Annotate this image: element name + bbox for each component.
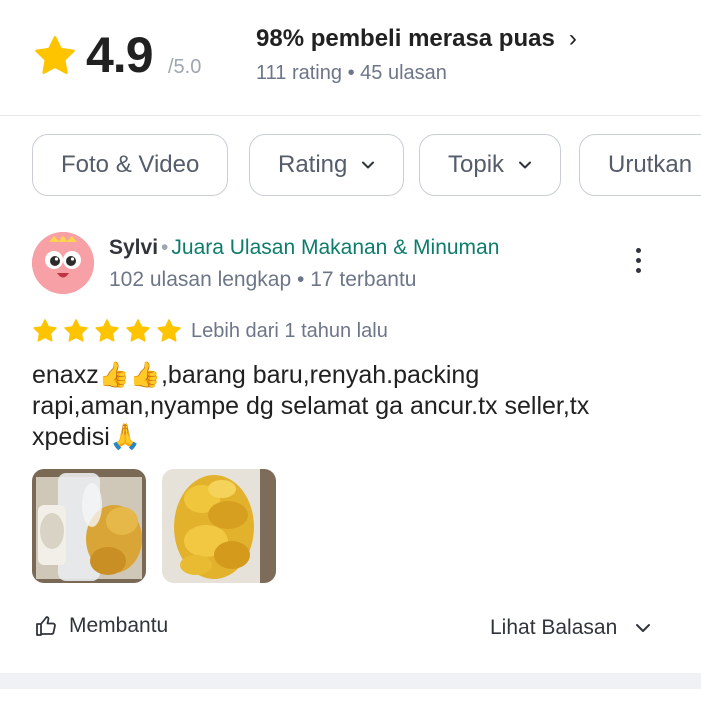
helpful-label: Membantu <box>69 614 169 637</box>
star-icon <box>95 319 119 342</box>
thumbs-up-icon <box>36 616 56 636</box>
star-icon <box>64 319 88 342</box>
rating-max: /5.0 <box>168 56 202 78</box>
star-icon <box>35 36 75 74</box>
chevron-down-icon <box>362 161 375 169</box>
rating-summary: 4.9 /5.0 98% pembeli merasa puas › 111 ra… <box>0 0 701 116</box>
photo-image <box>32 469 146 583</box>
rating-count: 111 rating <box>256 62 342 84</box>
chevron-right-icon: › <box>568 25 577 52</box>
reviewer-line: Sylvi • Juara Ulasan Makanan & Minuman <box>109 236 499 260</box>
reviewer-avatar-image <box>32 232 94 294</box>
filter-chip-label: Topik <box>448 151 505 178</box>
filter-chip-label: Foto & Video <box>61 151 200 178</box>
review-text: enaxz👍👍,barang baru,renyah.packing rapi,… <box>32 361 590 451</box>
more-vertical-icon <box>624 248 652 273</box>
reviewer-badge: Juara Ulasan Makanan & Minuman <box>171 236 500 259</box>
reviewer-meta: 102 ulasan lengkap • 17 terbantu <box>109 268 416 292</box>
section-divider <box>0 673 701 689</box>
review-time: Lebih dari 1 tahun lalu <box>191 320 388 342</box>
filter-chip-label: Rating <box>278 151 348 178</box>
filter-chip-topik[interactable]: Topik <box>419 134 562 196</box>
filter-chip-urutkan[interactable]: Urutkan <box>579 134 701 196</box>
star-icon <box>33 319 57 342</box>
chevron-down-icon <box>636 624 651 632</box>
filter-chip-label: Urutkan <box>608 151 693 178</box>
review-photos <box>32 469 292 583</box>
star-icon <box>157 319 181 342</box>
photo-image <box>162 469 276 583</box>
dot-separator: • <box>161 236 169 259</box>
reviews-full-count: 102 ulasan lengkap <box>109 268 292 291</box>
review-stars <box>32 318 187 344</box>
satisfaction-text: 98% pembeli merasa puas <box>256 25 555 52</box>
replies-label: Lihat Balasan <box>490 616 618 639</box>
rating-score: 4.9 <box>86 27 154 83</box>
view-replies-button[interactable]: Lihat Balasan <box>490 616 651 640</box>
satisfaction-link[interactable]: 98% pembeli merasa puas › <box>256 25 577 53</box>
star-icon <box>126 319 150 342</box>
avatar[interactable] <box>32 232 94 294</box>
count-separator: • <box>347 62 355 84</box>
meta-separator: • <box>297 268 305 291</box>
filter-chip-rating[interactable]: Rating <box>249 134 405 196</box>
review-count: 45 ulasan <box>360 62 447 84</box>
review-photo-2[interactable] <box>162 469 276 583</box>
helped-count: 17 terbantu <box>310 268 417 291</box>
helpful-button[interactable]: Membantu <box>34 614 168 638</box>
chevron-down-icon <box>519 161 532 169</box>
more-options-button[interactable] <box>624 248 652 278</box>
reviewer-name[interactable]: Sylvi <box>109 236 158 259</box>
filter-chip-foto-video[interactable]: Foto & Video <box>32 134 229 196</box>
filter-bar: Foto & Video Rating Topik Urutkan <box>0 116 701 214</box>
review-photo-1[interactable] <box>32 469 146 583</box>
rating-counts: 111 rating • 45 ulasan <box>256 62 447 85</box>
